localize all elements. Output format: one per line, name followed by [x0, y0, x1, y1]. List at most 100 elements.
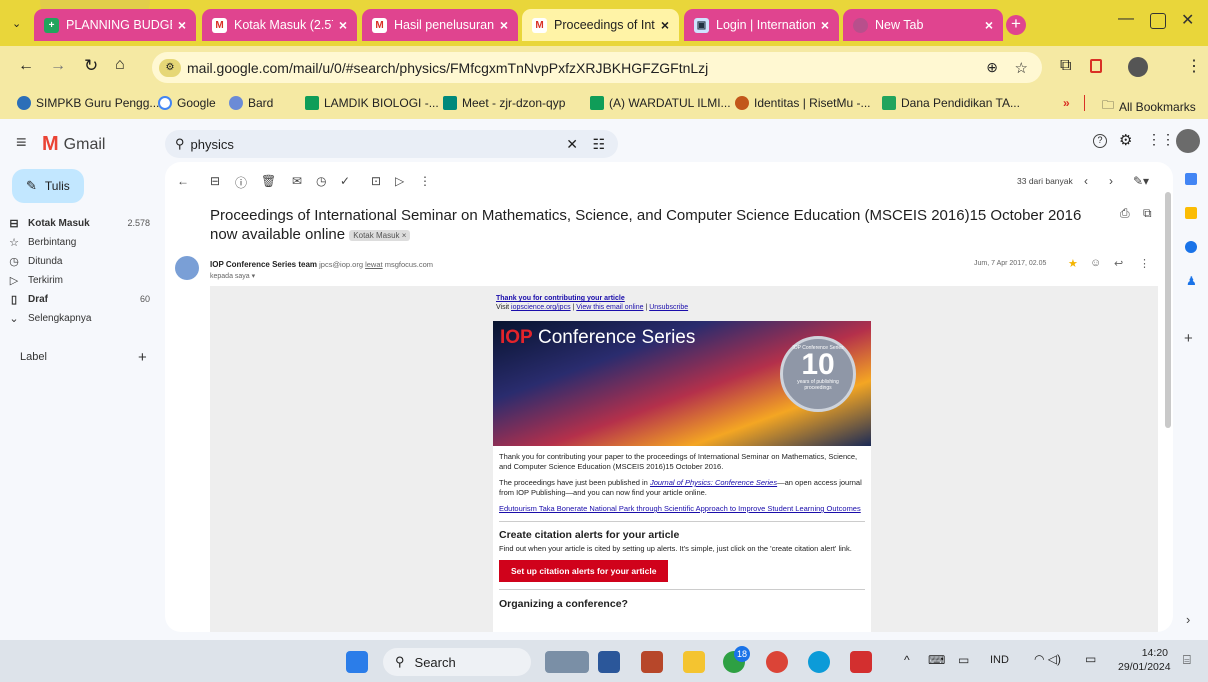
journal-link[interactable]: Journal of Physics: Conference Series — [650, 478, 777, 487]
account-avatar[interactable] — [1176, 129, 1200, 153]
minimize-icon[interactable]: — — [1118, 10, 1134, 28]
window-close-icon[interactable]: ✕ — [1181, 10, 1194, 30]
acrobat-icon[interactable] — [850, 651, 872, 673]
all-bookmarks[interactable]: 🗀 All Bookmarks — [1102, 96, 1196, 117]
reply-icon[interactable]: ↩ — [1114, 257, 1123, 270]
bookmark-star-icon[interactable]: ☆ — [1015, 59, 1028, 77]
add-task-icon[interactable]: ✓ — [340, 174, 350, 188]
zoom-icon[interactable]: ⊕ — [986, 59, 998, 76]
contacts-icon[interactable]: ♟ — [1186, 274, 1197, 288]
clock[interactable]: 14:20 29/01/2024 — [1118, 646, 1171, 674]
calendar-icon[interactable] — [1185, 173, 1197, 185]
recipient-line[interactable]: kepada saya ▾ — [210, 272, 255, 280]
keep-icon[interactable] — [1185, 207, 1197, 219]
sidebar-item-drafts[interactable]: ▯ Draf 60 — [0, 289, 160, 309]
mark-unread-icon[interactable]: ✉ — [292, 174, 302, 188]
wifi-volume-icon[interactable]: ◠ ◁) — [1034, 652, 1061, 666]
settings-gear-icon[interactable]: ⚙ — [1119, 131, 1132, 149]
address-bar[interactable]: ⚙ mail.google.com/mail/u/0/#search/physi… — [152, 52, 1042, 83]
home-icon[interactable]: ⌂ — [115, 56, 125, 74]
label-icon[interactable]: ▷ — [395, 174, 404, 188]
notification-center-icon[interactable]: ⌸ — [1183, 652, 1191, 668]
battery-icon[interactable]: ▭ — [1085, 652, 1096, 666]
bookmark-dana[interactable]: Dana Pendidikan TA... — [882, 96, 1020, 110]
delete-icon[interactable]: 🗑 — [261, 174, 276, 188]
older-icon[interactable]: › — [1109, 174, 1113, 188]
sidepanel-icon[interactable] — [1090, 59, 1102, 73]
more-bookmarks-icon[interactable]: » — [1063, 96, 1070, 110]
sidebar-item-starred[interactable]: ☆ Berbintang — [0, 232, 160, 252]
close-icon[interactable]: × — [821, 17, 829, 33]
bookmark-google[interactable]: Google — [158, 96, 216, 110]
tab-proceedings[interactable]: M Proceedings of Int × — [522, 9, 679, 41]
apps-grid-icon[interactable]: ⋮⋮ — [1147, 131, 1175, 148]
chrome-icon[interactable] — [766, 651, 788, 673]
help-icon[interactable]: ? — [1093, 134, 1107, 148]
input-tools-icon[interactable]: ✎▾ — [1133, 174, 1149, 188]
snooze-icon[interactable]: ◷ — [316, 174, 326, 188]
tab-new-tab[interactable]: New Tab × — [843, 9, 1003, 41]
newer-icon[interactable]: ‹ — [1084, 174, 1088, 188]
sidebar-item-more[interactable]: ⌄ Selengkapnya — [0, 308, 160, 328]
close-icon[interactable]: × — [339, 17, 347, 33]
close-icon[interactable]: × — [500, 17, 508, 33]
tab-kotak-masuk[interactable]: M Kotak Masuk (2.57 × — [202, 9, 357, 41]
close-icon[interactable]: × — [178, 17, 186, 33]
article-link[interactable]: Edutourism Taka Bonerate National Park t… — [493, 504, 871, 514]
sidebar-item-inbox[interactable]: ⊟ Kotak Masuk 2.578 — [0, 213, 160, 233]
close-icon[interactable]: × — [985, 17, 993, 33]
report-spam-icon[interactable]: ⓘ — [235, 174, 247, 191]
language-indicator[interactable]: IND — [990, 654, 1009, 666]
search-icon[interactable]: ⚲ — [175, 136, 185, 152]
tab-login[interactable]: ▣ Login | Internation × — [684, 9, 839, 41]
emoji-react-icon[interactable]: ☺ — [1090, 257, 1101, 269]
expand-panel-icon[interactable]: › — [1186, 612, 1190, 627]
message-more-icon[interactable]: ⋮ — [1139, 257, 1150, 270]
inbox-label-chip[interactable]: Kotak Masuk × — [349, 229, 411, 241]
bookmark-lamdik[interactable]: LAMDIK BIOLOGI -... — [305, 96, 439, 110]
clear-search-icon[interactable]: ✕ — [566, 136, 578, 153]
back-icon[interactable]: ← — [18, 57, 34, 75]
gmail-logo[interactable]: M Gmail — [42, 133, 105, 156]
start-icon[interactable] — [346, 651, 368, 673]
show-hidden-icons[interactable]: ^ — [904, 653, 910, 667]
open-new-window-icon[interactable]: ⧉ — [1143, 206, 1152, 221]
back-to-search-icon[interactable]: ← — [177, 174, 189, 188]
starred-icon[interactable]: ★ — [1068, 257, 1078, 270]
teams-icon[interactable] — [641, 651, 663, 673]
display-icon[interactable]: ▭ — [958, 653, 969, 667]
more-actions-icon[interactable]: ⋮ — [419, 174, 431, 188]
tasks-icon[interactable] — [1185, 241, 1197, 253]
get-addons-icon[interactable]: + — [1184, 330, 1193, 347]
search-options-icon[interactable]: ☷ — [592, 136, 605, 153]
citation-alert-button[interactable]: Set up citation alerts for your article — [499, 560, 669, 582]
close-icon[interactable]: × — [661, 17, 669, 33]
move-to-icon[interactable]: ⊡ — [371, 174, 381, 188]
sidebar-item-snoozed[interactable]: ◷ Ditunda — [0, 251, 160, 271]
sidebar-item-sent[interactable]: ▷ Terkirim — [0, 270, 160, 290]
tab-search-chevron-icon[interactable]: ⌄ — [12, 17, 21, 30]
main-menu-icon[interactable]: ≡ — [16, 132, 27, 153]
bookmark-bard[interactable]: Bard — [229, 96, 273, 110]
restore-icon[interactable] — [1150, 13, 1166, 29]
tab-planning-budget[interactable]: + PLANNING BUDGE × — [34, 9, 196, 41]
add-label-icon[interactable]: + — [138, 349, 147, 366]
keyboard-icon[interactable]: ⌨ — [928, 653, 945, 667]
taskbar-search[interactable]: ⚲ Search — [383, 648, 531, 676]
print-icon[interactable]: ⎙ — [1120, 206, 1130, 221]
bookmark-risetmu[interactable]: Identitas | RisetMu -... — [735, 96, 871, 110]
word-icon[interactable] — [598, 651, 620, 673]
new-tab-button[interactable]: + — [1006, 15, 1026, 35]
file-explorer-icon[interactable] — [683, 651, 705, 673]
site-info-icon[interactable]: ⚙ — [159, 58, 181, 77]
edge-icon[interactable] — [808, 651, 830, 673]
widgets-icon[interactable] — [545, 651, 589, 673]
search-input[interactable]: physics — [191, 137, 234, 152]
compose-button[interactable]: ✎ Tulis — [12, 169, 84, 203]
profile-avatar[interactable] — [1128, 57, 1148, 77]
archive-icon[interactable]: ⊟ — [210, 174, 220, 188]
bookmark-simpkb[interactable]: SIMPKB Guru Pengg... — [17, 96, 159, 110]
search-bar[interactable]: ⚲ physics ✕ ☷ — [165, 130, 618, 158]
menu-kebab-icon[interactable]: ⋮ — [1186, 56, 1202, 76]
forward-icon[interactable]: → — [50, 57, 66, 75]
